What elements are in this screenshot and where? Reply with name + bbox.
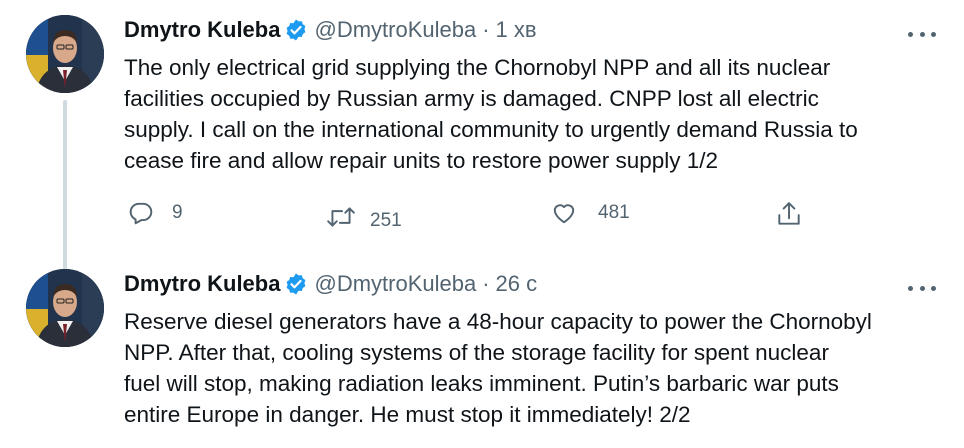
verified-badge-icon bbox=[284, 272, 308, 296]
retweet-icon bbox=[327, 207, 355, 227]
tweet-text: The only electrical grid supplying the C… bbox=[124, 55, 858, 173]
timestamp[interactable]: 26 с bbox=[496, 271, 538, 297]
tweet-header: Dmytro Kuleba @DmytroKuleba · 1 хв bbox=[124, 14, 537, 46]
tweet-text: Reserve diesel generators have a 48-hour… bbox=[124, 309, 872, 427]
share-icon bbox=[778, 202, 800, 225]
like-count: 481 bbox=[598, 202, 630, 223]
reply-count: 9 bbox=[172, 202, 183, 223]
more-options-icon[interactable] bbox=[908, 278, 936, 298]
separator: · bbox=[482, 17, 490, 42]
separator: · bbox=[482, 271, 490, 296]
author-name[interactable]: Dmytro Kuleba bbox=[124, 17, 280, 43]
more-options-icon[interactable] bbox=[908, 24, 936, 44]
tweet-header: Dmytro Kuleba @DmytroKuleba · 26 с bbox=[124, 268, 537, 300]
thread-line bbox=[63, 100, 67, 270]
verified-badge-icon bbox=[284, 18, 308, 42]
like-button[interactable]: 481 bbox=[550, 200, 630, 226]
retweet-count: 251 bbox=[370, 210, 402, 231]
like-icon bbox=[553, 204, 575, 224]
timestamp[interactable]: 1 хв bbox=[496, 17, 537, 43]
avatar[interactable] bbox=[26, 269, 104, 347]
avatar[interactable] bbox=[26, 15, 104, 93]
author-handle[interactable]: @DmytroKuleba bbox=[314, 17, 476, 43]
share-button[interactable] bbox=[776, 200, 802, 228]
retweet-button[interactable]: 251 bbox=[326, 202, 402, 232]
reply-button[interactable]: 9 bbox=[128, 200, 183, 226]
tweet-2[interactable]: Dmytro Kuleba @DmytroKuleba · 26 с Reser… bbox=[0, 262, 964, 448]
author-handle[interactable]: @DmytroKuleba bbox=[314, 271, 476, 297]
author-name[interactable]: Dmytro Kuleba bbox=[124, 271, 280, 297]
tweet-1[interactable]: Dmytro Kuleba @DmytroKuleba · 1 хв The o… bbox=[0, 0, 964, 270]
reply-icon bbox=[129, 202, 153, 225]
tweet-actions: 9 251 481 bbox=[124, 196, 824, 236]
